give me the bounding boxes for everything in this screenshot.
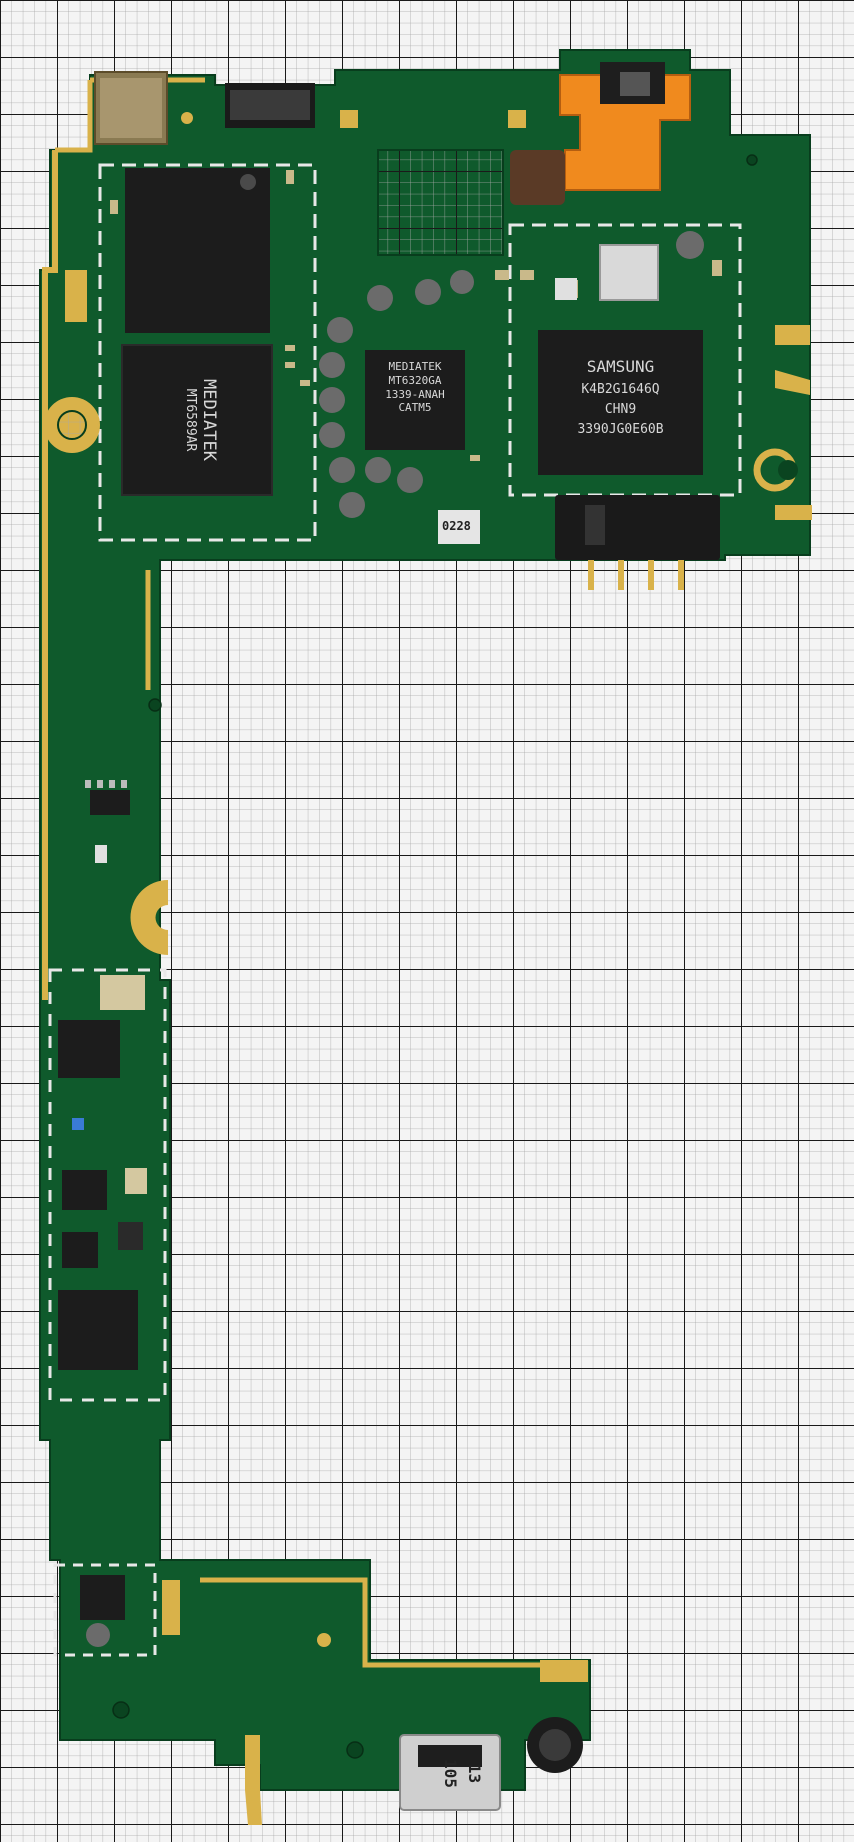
resistor-label: 0228 bbox=[442, 519, 471, 533]
pmic-line-1: MEDIATEK bbox=[388, 360, 442, 373]
emmc-chip bbox=[125, 168, 270, 333]
usb-label-1: 105 bbox=[440, 1759, 460, 1788]
audio-jack bbox=[555, 495, 720, 560]
pmic-marking: MEDIATEK MT6320GA 1339-ANAH CATM5 bbox=[365, 360, 465, 415]
soc-marking: MEDIATEK MT6589AR bbox=[175, 347, 219, 493]
ram-marking: SAMSUNG K4B2G1646Q CHN9 3390JG0E60B bbox=[538, 355, 703, 440]
ram-line-2: K4B2G1646Q bbox=[581, 381, 660, 397]
bottom-chip bbox=[80, 1575, 125, 1620]
wifi-module bbox=[599, 244, 659, 301]
lower-chip-3 bbox=[58, 1290, 138, 1370]
pmic-line-2: MT6320GA bbox=[388, 373, 442, 387]
soc-line-2: MT6589AR bbox=[182, 388, 198, 452]
soc-line-1: MEDIATEK bbox=[199, 379, 219, 461]
board-cutout bbox=[377, 149, 504, 256]
pmic-line-3: 1339-ANAH bbox=[385, 387, 445, 401]
pcb-photo-scene: MEDIATEK MT6589AR MEDIATEK MT6320GA 1339… bbox=[0, 0, 854, 1842]
pmic-line-4: CATM5 bbox=[398, 401, 432, 415]
pcb-board-graphic bbox=[0, 0, 854, 1842]
usb-label-2: 13 bbox=[465, 1763, 485, 1784]
ram-line-3: CHN9 bbox=[604, 401, 637, 417]
inductor bbox=[510, 150, 565, 205]
ram-line-4: 3390JG0E60B bbox=[577, 422, 664, 438]
lower-chip-2 bbox=[62, 1170, 107, 1210]
ram-line-1: SAMSUNG bbox=[586, 357, 655, 376]
lower-chip-1 bbox=[58, 1020, 120, 1078]
